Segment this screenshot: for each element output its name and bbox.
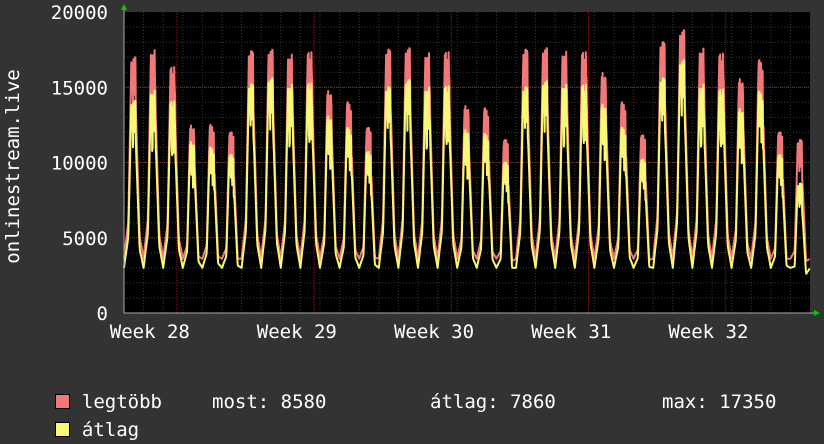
x-axis-arrow [814, 310, 820, 316]
y-axis-label: onlinestream.live [2, 69, 24, 263]
y-tick-label: 5000 [62, 228, 108, 250]
y-tick-label: 20000 [51, 2, 108, 24]
stat-current: most: 8580 [212, 391, 327, 413]
x-tick-label: Week 30 [394, 321, 474, 343]
stat-maximum: max: 17350 [662, 391, 777, 413]
legend-label-avg: átlag [81, 419, 140, 441]
x-tick-label: Week 31 [531, 321, 611, 343]
stat-average: átlag: 7860 [430, 391, 556, 413]
x-tick-label: Week 29 [257, 321, 337, 343]
y-tick-label: 15000 [51, 77, 108, 99]
y-axis-arrow [121, 4, 127, 10]
y-tick-label: 0 [97, 303, 108, 325]
legend-item-avg: átlag [32, 388, 139, 444]
x-tick-label: Week 32 [668, 321, 748, 343]
y-tick-label: 10000 [51, 153, 108, 175]
x-tick-label: Week 28 [110, 321, 190, 343]
